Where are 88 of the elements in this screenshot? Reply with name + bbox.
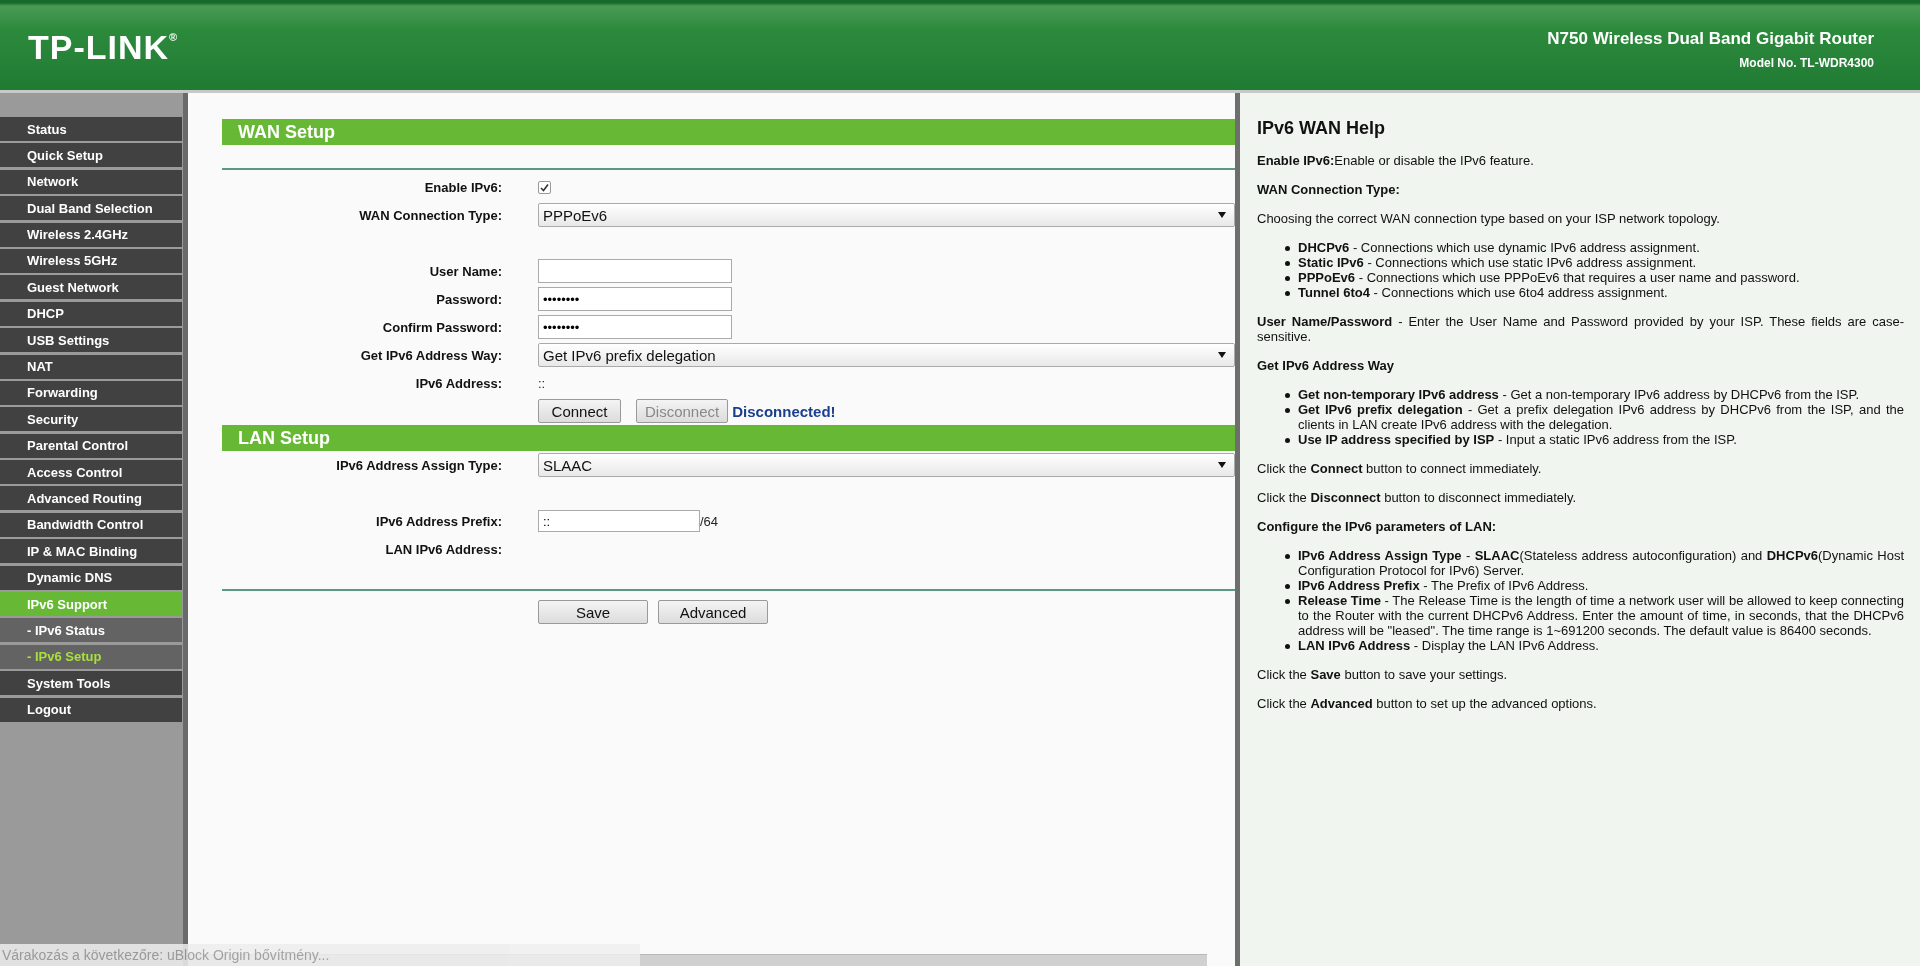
help-list-item: IPv6 Address Prefix - The Prefix of IPv6 Address. (1298, 578, 1589, 593)
field-label: Enable IPv6: (424, 179, 502, 195)
help-paragraph: Click the Save button to save your settings. (1257, 667, 1509, 682)
help-list-item: DHCPv6 - Connections which use dynamic IPv6 address assignment. (1298, 240, 1700, 255)
bullet-icon (1285, 246, 1290, 251)
menu-item[interactable]: USB Settings (0, 328, 182, 353)
menu-item[interactable]: Forwarding (0, 380, 182, 405)
help-list-item: IPv6 Address Assign Type - SLAAC(Stateless address autoconfiguration) and DHCPv6(Dynamic Host Configuration Protocol for IPv6) Server. (1298, 548, 1904, 578)
field-label: IPv6 Address Assign Type: (336, 457, 502, 473)
menu-item[interactable]: - IPv6 Setup (0, 644, 182, 669)
logo: TP-LINK$^{®}$ (28, 27, 179, 67)
help-paragraph: Enable IPv6:Enable or disable the IPv6 feature. (1257, 153, 1535, 168)
bullet-icon (1285, 276, 1290, 281)
address-value: :: (538, 376, 546, 391)
dropdown[interactable]: SLAAC (538, 453, 1235, 477)
dropdown[interactable]: Get IPv6 prefix delegation (538, 343, 1235, 367)
help-paragraph: Click the Advanced button to set up the advanced options. (1257, 696, 1598, 711)
field-label: User Name: (429, 263, 502, 279)
enable-checkbox[interactable] (538, 181, 551, 194)
help-paragraph: Choosing the correct WAN connection type based on your ISP network topology. (1257, 211, 1721, 226)
input-field[interactable]: :: (538, 510, 700, 532)
menu-item[interactable]: DHCP (0, 301, 182, 326)
menu-item[interactable]: IP & MAC Binding (0, 539, 182, 564)
field-label: WAN Connection Type: (359, 207, 502, 223)
menu-item[interactable]: NAT (0, 354, 182, 379)
bullet-icon (1285, 261, 1290, 266)
help-title: IPv6 WAN Help (1257, 121, 1387, 136)
model-number: Model No. TL-WDR4300 (1739, 55, 1874, 70)
bullet-icon (1285, 599, 1290, 604)
field-label: Password: (436, 291, 502, 307)
menu-item[interactable]: Access Control (0, 460, 182, 485)
menu-item[interactable]: Advanced Routing (0, 486, 182, 511)
bullet-icon (1285, 291, 1290, 296)
bullet-icon (1285, 554, 1290, 559)
prefix-length: /64 (700, 513, 719, 529)
menu-item[interactable]: Network (0, 169, 182, 194)
caret-icon (1218, 462, 1226, 468)
input-field[interactable] (538, 259, 732, 283)
help-paragraph: User Name/Password - Enter the User Name and Password provided by your ISP. These fields are case-sensitive. (1257, 314, 1904, 344)
field-label: IPv6 Address Prefix: (376, 513, 502, 529)
menu-item[interactable]: Wireless 2.4GHz (0, 222, 182, 247)
field-label: Confirm Password: (382, 319, 502, 335)
help-heading: WAN Connection Type: (1257, 182, 1401, 197)
menu-item[interactable]: System Tools (0, 671, 182, 696)
bullet-icon (1285, 408, 1290, 413)
help-heading: Configure the IPv6 parameters of LAN: (1257, 519, 1498, 534)
menu-item[interactable]: Dual Band Selection (0, 196, 182, 221)
input-field[interactable]: •••••••• (538, 315, 732, 339)
help-list-item: Release Time - The Release Time is the length of time a network user will be allowed to keep connecting to the Router with the current DHCPv6 Address. Enter the amount of time, in seconds, that the DHCPv6 address will be "leased". The time range is 1~691200 seconds. The default value is 86400 seconds. (1298, 593, 1904, 638)
menu-item[interactable]: Security (0, 407, 182, 432)
button[interactable]: Save (538, 600, 648, 624)
menu-item[interactable]: Guest Network (0, 275, 182, 300)
menu-item[interactable]: Parental Control (0, 433, 182, 458)
menu-item[interactable]: Logout (0, 697, 182, 722)
bullet-icon (1285, 438, 1290, 443)
help-list-item: Get IPv6 prefix delegation - Get a prefix delegation IPv6 address by DHCPv6 from the ISP, and the clients in LAN create IPv6 address with the delegation. (1298, 402, 1904, 432)
product-name: N750 Wireless Dual Band Gigabit Router (1547, 28, 1874, 49)
help-paragraph: Click the Connect button to connect immediately. (1257, 461, 1543, 476)
bullet-icon (1285, 393, 1290, 398)
button[interactable]: Advanced (658, 600, 768, 624)
caret-icon (1218, 352, 1226, 358)
menu-item[interactable]: Wireless 5GHz (0, 248, 182, 273)
menu-item[interactable]: Quick Setup (0, 143, 182, 168)
help-list-item: Static IPv6 - Connections which use static IPv6 address assignment. (1298, 255, 1697, 270)
caret-icon (1218, 212, 1226, 218)
help-list-item: PPPoEv6 - Connections which use PPPoEv6 that requires a user name and password. (1298, 270, 1800, 285)
bullet-icon (1285, 644, 1290, 649)
section-title: WAN Setup (222, 119, 1235, 145)
help-list-item: LAN IPv6 Address - Display the LAN IPv6 Address. (1298, 638, 1599, 653)
connection-status: Disconnected! (732, 402, 836, 420)
help-list-item: Tunnel 6to4 - Connections which use 6to4 address assignment. (1298, 285, 1668, 300)
menu-item[interactable]: Bandwidth Control (0, 512, 182, 537)
help-list-item: Get non-temporary IPv6 address - Get a non-temporary IPv6 address by DHCPv6 from the ISP. (1298, 387, 1860, 402)
menu-item[interactable]: Status (0, 117, 182, 141)
button[interactable]: Connect (538, 399, 621, 423)
field-label: IPv6 Address: (415, 375, 502, 391)
field-label: Get IPv6 Address Way: (360, 347, 502, 363)
browser-status: Várakozás a következőre: uBlock Origin bővítmény... (0, 944, 640, 966)
help-paragraph: Click the Disconnect button to disconnect immediately. (1257, 490, 1578, 505)
section-title: LAN Setup (222, 425, 1235, 451)
bullet-icon (1285, 584, 1290, 589)
field-label: LAN IPv6 Address: (385, 541, 502, 557)
input-field[interactable]: •••••••• (538, 287, 732, 311)
menu-item[interactable]: - IPv6 Status (0, 618, 182, 643)
dropdown[interactable]: PPPoEv6 (538, 203, 1235, 227)
help-list-item: Use IP address specified by ISP - Input a static IPv6 address from the ISP. (1298, 432, 1737, 447)
help-heading: Get IPv6 Address Way (1257, 358, 1396, 373)
menu-item[interactable]: Dynamic DNS (0, 565, 182, 590)
